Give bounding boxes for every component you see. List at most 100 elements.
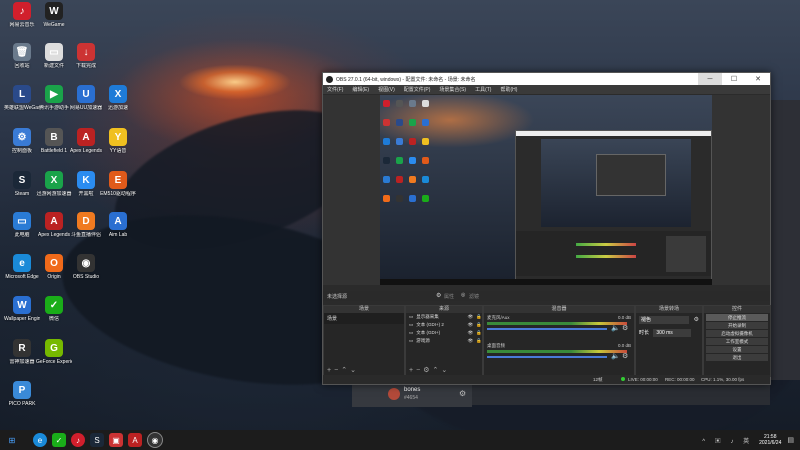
menu-item[interactable]: 编辑(E) — [352, 86, 369, 93]
up-icon[interactable]: ⌃ — [341, 367, 350, 374]
source-item[interactable]: ▭ 游戏源 👁 🔒 — [406, 337, 482, 345]
close-button[interactable]: ✕ — [746, 73, 770, 85]
down-icon[interactable]: ⌄ — [441, 367, 450, 374]
source-item[interactable]: ▭ 文本 (GDI+) 2 👁 🔒 — [406, 321, 482, 329]
filters-button[interactable]: 滤镜 — [469, 293, 479, 300]
down-icon[interactable]: ⌄ — [350, 367, 359, 374]
desktop-icon[interactable]: L 英雄联盟WeGame版 — [4, 85, 40, 111]
settings-button[interactable]: 设置 — [706, 346, 768, 353]
app-icon[interactable]: A — [128, 433, 142, 447]
visibility-icon[interactable]: 👁 — [468, 313, 474, 321]
steam-icon[interactable]: S — [90, 433, 104, 447]
menu-item[interactable]: 帮助(H) — [500, 86, 517, 93]
desktop-icon[interactable]: O Origin — [36, 254, 72, 280]
source-item[interactable]: ▭ 文本 (GDI+) 👁 🔒 — [406, 329, 482, 337]
desktop-icon[interactable]: e Microsoft Edge — [4, 254, 40, 280]
stop-streaming-button[interactable]: 停止推流 — [706, 314, 768, 321]
netease-music-icon[interactable]: ♪ — [71, 433, 85, 447]
desktop-icon[interactable]: ▭ 此电脑 — [4, 212, 40, 238]
desktop-icon[interactable]: G GeForce Experience — [36, 339, 72, 365]
visibility-icon[interactable]: 👁 — [468, 337, 474, 345]
app-icon: B — [45, 128, 63, 146]
obs-icon[interactable]: ◉ — [147, 432, 163, 448]
studio-mode-button[interactable]: 工作室模式 — [706, 338, 768, 345]
start-icon[interactable]: ⊞ — [5, 433, 19, 447]
chat-user[interactable]: bones #4654 ⚙ — [385, 384, 470, 406]
desktop-icon[interactable]: 🗑 回收站 — [4, 43, 40, 69]
desktop-icon[interactable]: ⚙ 控制面板 — [4, 128, 40, 154]
gear-icon[interactable]: ⚙ — [459, 389, 466, 398]
desktop-icon[interactable]: A Aim Lab — [100, 212, 136, 238]
source-item[interactable]: ▭ 显示器采集 👁 🔒 — [406, 313, 482, 321]
desktop-icon[interactable]: ▭ 新建文件 — [36, 43, 72, 69]
menu-item[interactable]: 工具(T) — [475, 86, 491, 93]
desktop-icon[interactable]: B Battlefield 1 — [36, 128, 72, 154]
desktop-icon[interactable]: ↓ 下载完成 — [68, 43, 104, 69]
obs-titlebar[interactable]: OBS 27.0.1 (64-bit, windows) - 配置文件: 未命名… — [323, 73, 770, 85]
desktop-icon[interactable]: W Wallpaper Engine:... — [4, 296, 40, 322]
desktop-icon[interactable]: R 雷神加速器 — [4, 339, 40, 365]
volume-slider[interactable] — [487, 356, 607, 358]
speaker-icon[interactable]: 🔈 — [611, 352, 620, 360]
desktop-icon[interactable]: E EM510驱动程序 — [100, 171, 136, 197]
lock-icon[interactable]: 🔒 — [476, 337, 482, 345]
mixer-track: 桌面音频 0.0 dB 🔈 ⚙ — [484, 341, 634, 369]
desktop-icon[interactable]: X 迅游加速 — [100, 85, 136, 111]
desktop-icon[interactable]: ◉ OBS Studio — [68, 254, 104, 280]
transitions-dock: 场景转场 褪色 ⚙ 时长 300 ms — [635, 305, 703, 377]
mixer-header: 混音器 — [484, 306, 634, 313]
menu-bar: 文件(F) 编辑(E) 视图(V) 配置文件(P) 场景集合(S) 工具(T) 帮助(H) — [323, 85, 770, 94]
source-name: 文本 (GDI+) 2 — [416, 322, 444, 327]
desktop-icon[interactable]: A Apex Legends — [68, 128, 104, 154]
menu-item[interactable]: 文件(F) — [327, 86, 343, 93]
app-icon: ▭ — [13, 212, 31, 230]
lock-icon[interactable]: 🔒 — [476, 313, 482, 321]
scene-item[interactable]: 场景 — [324, 313, 404, 324]
wechat-icon[interactable]: ✓ — [52, 433, 66, 447]
gear-icon[interactable]: ⚙ — [694, 317, 699, 323]
gear-icon[interactable]: ⚙ — [622, 352, 628, 360]
obs-window[interactable]: OBS 27.0.1 (64-bit, windows) - 配置文件: 未命名… — [322, 72, 771, 385]
desktop-icon[interactable]: ✓ 微信 — [36, 296, 72, 322]
exit-button[interactable]: 退出 — [706, 354, 768, 361]
start-recording-button[interactable]: 开始录制 — [706, 322, 768, 329]
desktop-icon[interactable]: A Apex Legends — [36, 212, 72, 238]
virtual-camera-button[interactable]: 启动虚拟摄像机 — [706, 330, 768, 337]
game-icon[interactable]: ▣ — [109, 433, 123, 447]
lock-icon[interactable]: 🔒 — [476, 321, 482, 329]
menu-item[interactable]: 视图(V) — [378, 86, 395, 93]
desktop-icon[interactable]: D 斗鱼直播伴侣 — [68, 212, 104, 238]
transition-select[interactable]: 褪色 — [639, 316, 689, 324]
tray-icons[interactable]: ^ ▣ ♪ 英 — [702, 436, 753, 445]
gear-icon[interactable]: ⚙ — [622, 324, 628, 332]
desktop-icon[interactable]: U 网易UU加速器 — [68, 85, 104, 111]
desktop-icon[interactable]: K 开黑啦 — [68, 171, 104, 197]
visibility-icon[interactable]: 👁 — [468, 329, 474, 337]
desktop-icon[interactable]: ♪ 网易云音乐 — [4, 2, 40, 28]
volume-slider[interactable] — [487, 328, 607, 330]
notification-icon[interactable]: ▤ — [787, 436, 794, 444]
menu-item[interactable]: 场景集合(S) — [439, 86, 466, 93]
clock[interactable]: 21:58 2021/6/24 — [759, 434, 781, 446]
desktop-icon[interactable]: S Steam — [4, 171, 40, 197]
rec-time: REC: 00:00:00 — [665, 377, 695, 382]
lock-icon[interactable]: 🔒 — [476, 329, 482, 337]
filter-icon[interactable]: ◎ — [461, 292, 465, 298]
desktop-icon[interactable]: W WeGame — [36, 2, 72, 28]
desktop-icon[interactable]: ▶ 腾讯手游助手 — [36, 85, 72, 111]
desktop-icon[interactable]: X 迅游网游加速器 — [36, 171, 72, 197]
edge-icon[interactable]: e — [33, 433, 47, 447]
desktop-icon[interactable]: P PICO PARK — [4, 381, 40, 407]
visibility-icon[interactable]: 👁 — [468, 321, 474, 329]
menu-item[interactable]: 配置文件(P) — [404, 86, 431, 93]
preview-canvas[interactable] — [380, 95, 712, 285]
minimize-button[interactable]: ─ — [698, 73, 722, 85]
maximize-button[interactable]: ☐ — [722, 73, 746, 85]
duration-input[interactable]: 300 ms — [653, 329, 692, 337]
preview-icon — [422, 195, 429, 202]
desktop-icon[interactable]: Y YY语音 — [100, 128, 136, 154]
speaker-icon[interactable]: 🔈 — [611, 324, 620, 332]
up-icon[interactable]: ⌃ — [432, 367, 441, 374]
gear-icon[interactable]: ⚙ — [436, 292, 441, 299]
properties-button[interactable]: 属性 — [444, 293, 454, 300]
